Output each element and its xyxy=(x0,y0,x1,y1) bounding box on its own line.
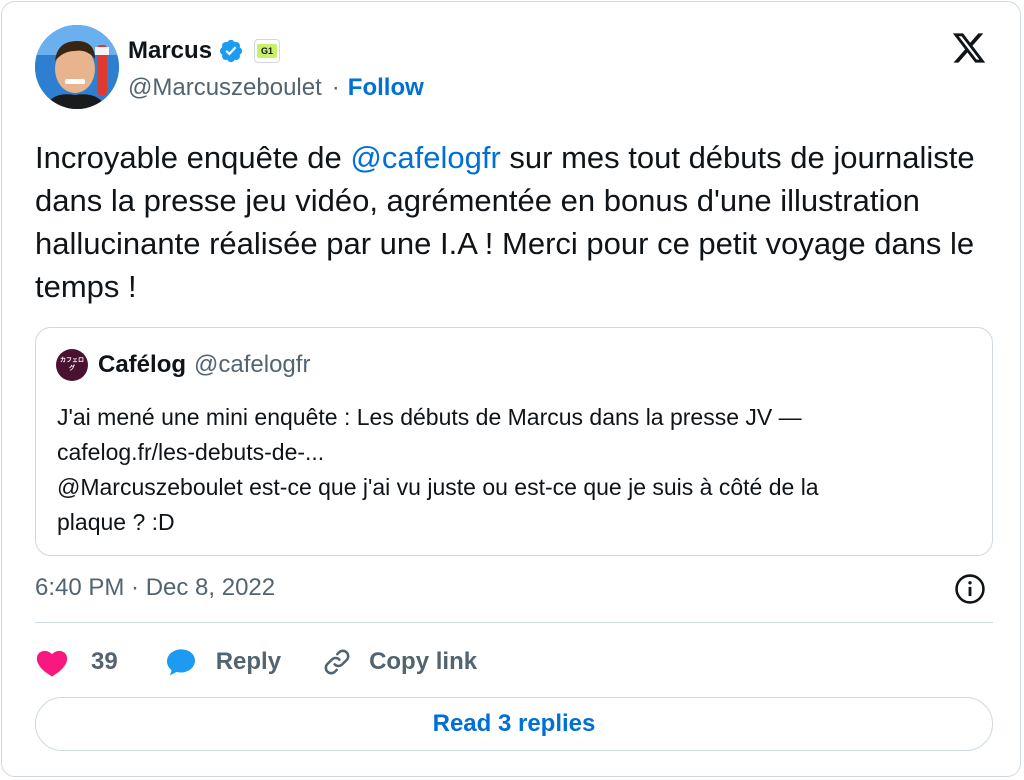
heart-icon xyxy=(36,650,68,677)
separator-dot: · xyxy=(331,74,340,101)
tweet-text-start: Incroyable enquête de xyxy=(35,140,351,175)
affiliation-badge-icon[interactable]: G1 xyxy=(254,39,281,63)
author-handle[interactable]: @Marcuszeboulet xyxy=(128,73,322,103)
author-avatar[interactable] xyxy=(35,25,119,109)
quoted-line: plaque ? :D xyxy=(57,509,175,535)
quoted-handle: @cafelogfr xyxy=(194,351,311,378)
reply-bubble-icon xyxy=(166,649,195,676)
verified-badge-icon xyxy=(219,39,243,63)
tweet-header: Marcus G1 @Marcuszeboulet · Follow xyxy=(35,25,995,115)
copy-link-label: Copy link xyxy=(369,648,478,675)
quoted-display-name: Cafélog xyxy=(98,351,187,378)
divider xyxy=(35,622,993,623)
affiliation-badge-text: G1 xyxy=(257,44,278,58)
read-replies-button[interactable]: Read 3 replies xyxy=(35,697,993,751)
quoted-line: @Marcuszeboulet est-ce que j'ai vu juste… xyxy=(57,474,819,500)
x-logo-icon[interactable] xyxy=(949,30,989,66)
copy-link-button[interactable]: Copy link xyxy=(321,646,477,678)
reply-button[interactable]: Reply xyxy=(164,646,281,678)
quoted-text: J'ai mené une mini enquête : Les débuts … xyxy=(57,400,977,540)
reply-label: Reply xyxy=(215,648,282,675)
mention-link[interactable]: @cafelogfr xyxy=(350,140,500,175)
like-button[interactable]: 39 xyxy=(35,647,118,677)
quoted-line: cafelog.fr/les-debuts-de-... xyxy=(57,439,325,465)
action-bar: 39 Reply Copy link xyxy=(35,642,477,682)
info-icon[interactable] xyxy=(953,572,987,606)
tweet-text: Incroyable enquête de @cafelogfr sur mes… xyxy=(35,136,985,308)
tweet-timestamp[interactable]: 6:40 PM · Dec 8, 2022 xyxy=(35,572,275,604)
quoted-avatar-text: カフェログ xyxy=(60,358,85,372)
author-display-name[interactable]: Marcus xyxy=(128,36,212,66)
quoted-avatar: カフェログ xyxy=(56,349,88,381)
avatar-image xyxy=(35,25,119,109)
quoted-tweet[interactable]: カフェログ Cafélog @cafelogfr J'ai mené une m… xyxy=(35,327,993,556)
follow-button[interactable]: Follow xyxy=(348,73,424,103)
quoted-line: J'ai mené une mini enquête : Les débuts … xyxy=(57,404,802,430)
tweet-card: Marcus G1 @Marcuszeboulet · Follow Incro… xyxy=(1,1,1021,777)
link-icon xyxy=(324,649,350,675)
like-count: 39 xyxy=(91,648,118,675)
